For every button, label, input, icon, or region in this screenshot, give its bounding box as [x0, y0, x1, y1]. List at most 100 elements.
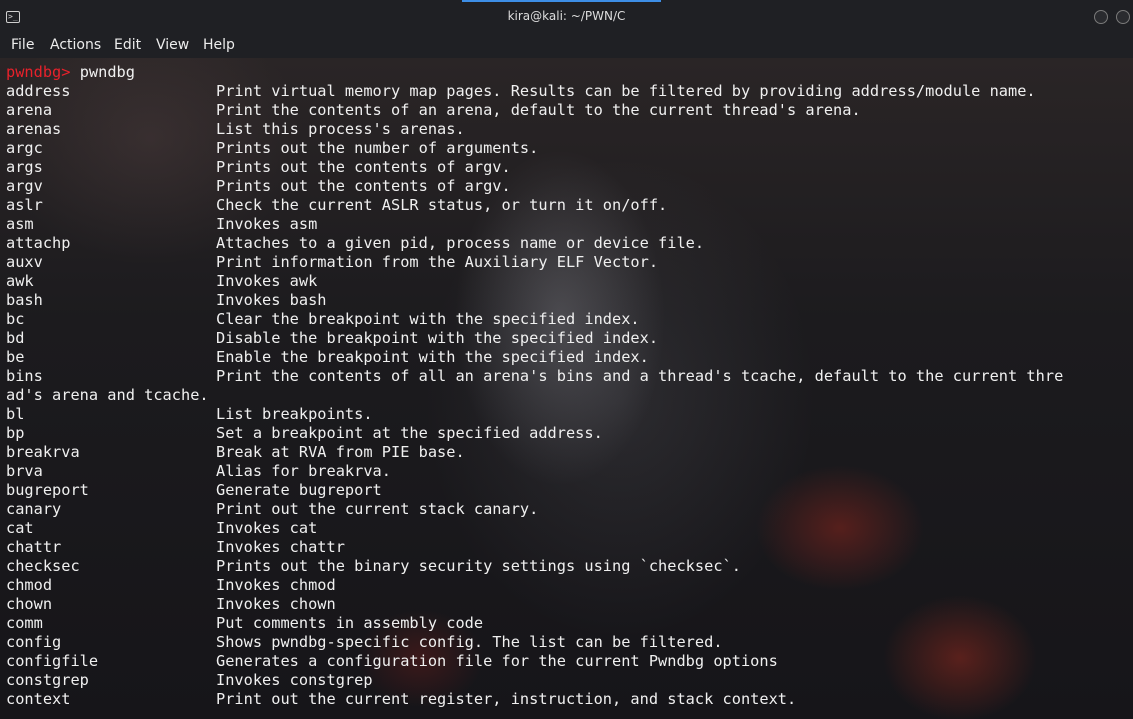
command-name: bl — [6, 405, 25, 423]
command-name: bc — [6, 310, 25, 328]
command-name: breakrva — [6, 443, 80, 461]
prompt-line: pwndbg> pwndbg — [6, 63, 135, 82]
command-row: bugreport Generate bugreport — [6, 481, 382, 500]
menu-file[interactable]: File — [11, 37, 34, 53]
command-row: bc Clear the breakpoint with the specifie… — [6, 310, 640, 329]
command-description: Prints out the contents of argv. — [216, 177, 511, 195]
command-row: awk Invokes awk — [6, 272, 317, 291]
command-name: context — [6, 690, 71, 708]
command-row: checksec Prints out the binary security s… — [6, 557, 741, 576]
command-description: Invokes awk — [216, 272, 318, 290]
command-description: Print out the current stack canary. — [216, 500, 539, 518]
command-row: be Enable the breakpoint with the specifi… — [6, 348, 649, 367]
command-name: awk — [6, 272, 34, 290]
command-description: Generate bugreport — [216, 481, 382, 499]
command-name: aslr — [6, 196, 43, 214]
command-name: argc — [6, 139, 43, 157]
command-name: be — [6, 348, 25, 366]
output-line-wrapped: ad's arena and tcache. — [6, 386, 209, 404]
command-row: canary Print out the current stack canary… — [6, 500, 538, 519]
command-description: Prints out the binary security settings … — [216, 557, 741, 575]
command-row: arena Print the contents of an arena, def… — [6, 101, 861, 120]
window-title: kira@kali: ~/PWN/C — [507, 9, 626, 23]
command-description: Invokes bash — [216, 291, 327, 309]
command-name: argv — [6, 177, 43, 195]
command-name: bd — [6, 329, 25, 347]
window-titlebar[interactable]: >_ kira@kali: ~/PWN/C — [0, 0, 1133, 34]
command-row: asm Invokes asm — [6, 215, 317, 234]
command-description: Put comments in assembly code — [216, 614, 484, 632]
command-row: bins Print the contents of all an arena's… — [6, 367, 1063, 386]
command-name: arena — [6, 101, 53, 119]
command-description: Check the current ASLR status, or turn i… — [216, 196, 668, 214]
command-description: List breakpoints. — [216, 405, 373, 423]
command-name: bash — [6, 291, 43, 309]
close-button[interactable] — [1116, 10, 1130, 24]
command-row: argc Prints out the number of arguments. — [6, 139, 538, 158]
command-description: Attaches to a given pid, process name or… — [216, 234, 705, 252]
command-description: Print the contents of an arena, default … — [216, 101, 861, 119]
command-row: configfile Generates a configuration file… — [6, 652, 778, 671]
command-row: arenas List this process's arenas. — [6, 120, 465, 139]
command-row: constgrep Invokes constgrep — [6, 671, 373, 690]
command-row: aslr Check the current ASLR status, or tu… — [6, 196, 667, 215]
command-description: Print the contents of all an arena's bin… — [216, 367, 1064, 385]
command-description: Prints out the number of arguments. — [216, 139, 539, 157]
command-name: checksec — [6, 557, 80, 575]
command-name: brva — [6, 462, 43, 480]
command-description: Invokes chattr — [216, 538, 345, 556]
command-row: bd Disable the breakpoint with the specif… — [6, 329, 658, 348]
command-name: chmod — [6, 576, 53, 594]
command-description: Invokes chown — [216, 595, 336, 613]
command-row: config Shows pwndbg-specific config. The … — [6, 633, 723, 652]
command-name: bugreport — [6, 481, 89, 499]
command-name: chown — [6, 595, 53, 613]
command-description: Alias for breakrva. — [216, 462, 391, 480]
command-description: Enable the breakpoint with the specified… — [216, 348, 649, 366]
command-name: configfile — [6, 652, 99, 670]
menu-help[interactable]: Help — [203, 37, 235, 53]
menu-view[interactable]: View — [156, 37, 189, 53]
command-name: address — [6, 82, 71, 100]
command-name: canary — [6, 500, 62, 518]
command-description: Invokes chmod — [216, 576, 336, 594]
prompt-command: pwndbg — [79, 63, 135, 81]
prompt: pwndbg> — [6, 63, 80, 81]
command-row: context Print out the current register, i… — [6, 690, 796, 709]
command-description: Clear the breakpoint with the specified … — [216, 310, 640, 328]
command-description: Generates a configuration file for the c… — [216, 652, 778, 670]
command-name: cat — [6, 519, 34, 537]
command-description: Prints out the contents of argv. — [216, 158, 511, 176]
command-row: auxv Print information from the Auxiliary… — [6, 253, 658, 272]
command-row: bp Set a breakpoint at the specified addr… — [6, 424, 603, 443]
command-name: bins — [6, 367, 43, 385]
command-description: Invokes constgrep — [216, 671, 373, 689]
command-name: constgrep — [6, 671, 89, 689]
command-description: Print information from the Auxiliary ELF… — [216, 253, 659, 271]
command-name: arenas — [6, 120, 62, 138]
command-row: comm Put comments in assembly code — [6, 614, 483, 633]
command-name: asm — [6, 215, 34, 233]
command-row: chmod Invokes chmod — [6, 576, 336, 595]
command-row: bl List breakpoints. — [6, 405, 373, 424]
menubar: File Actions Edit View Help — [0, 34, 1133, 58]
command-row: args Prints out the contents of argv. — [6, 158, 511, 177]
active-tab-indicator — [462, 0, 661, 2]
command-name: attachp — [6, 234, 71, 252]
command-name: config — [6, 633, 62, 651]
command-name: auxv — [6, 253, 43, 271]
menu-edit[interactable]: Edit — [114, 37, 141, 53]
minimize-button[interactable] — [1094, 10, 1108, 24]
command-description: Invokes asm — [216, 215, 318, 233]
command-row: attachp Attaches to a given pid, process … — [6, 234, 704, 253]
command-description: Invokes cat — [216, 519, 318, 537]
menu-actions[interactable]: Actions — [50, 37, 101, 53]
terminal-output[interactable]: pwndbg> pwndbg address Print virtual memo… — [0, 58, 1133, 719]
command-description: Shows pwndbg-specific config. The list c… — [216, 633, 723, 651]
command-row: argv Prints out the contents of argv. — [6, 177, 511, 196]
command-name: bp — [6, 424, 25, 442]
command-description: Break at RVA from PIE base. — [216, 443, 465, 461]
command-name: comm — [6, 614, 43, 632]
command-row: cat Invokes cat — [6, 519, 317, 538]
command-row: breakrva Break at RVA from PIE base. — [6, 443, 465, 462]
